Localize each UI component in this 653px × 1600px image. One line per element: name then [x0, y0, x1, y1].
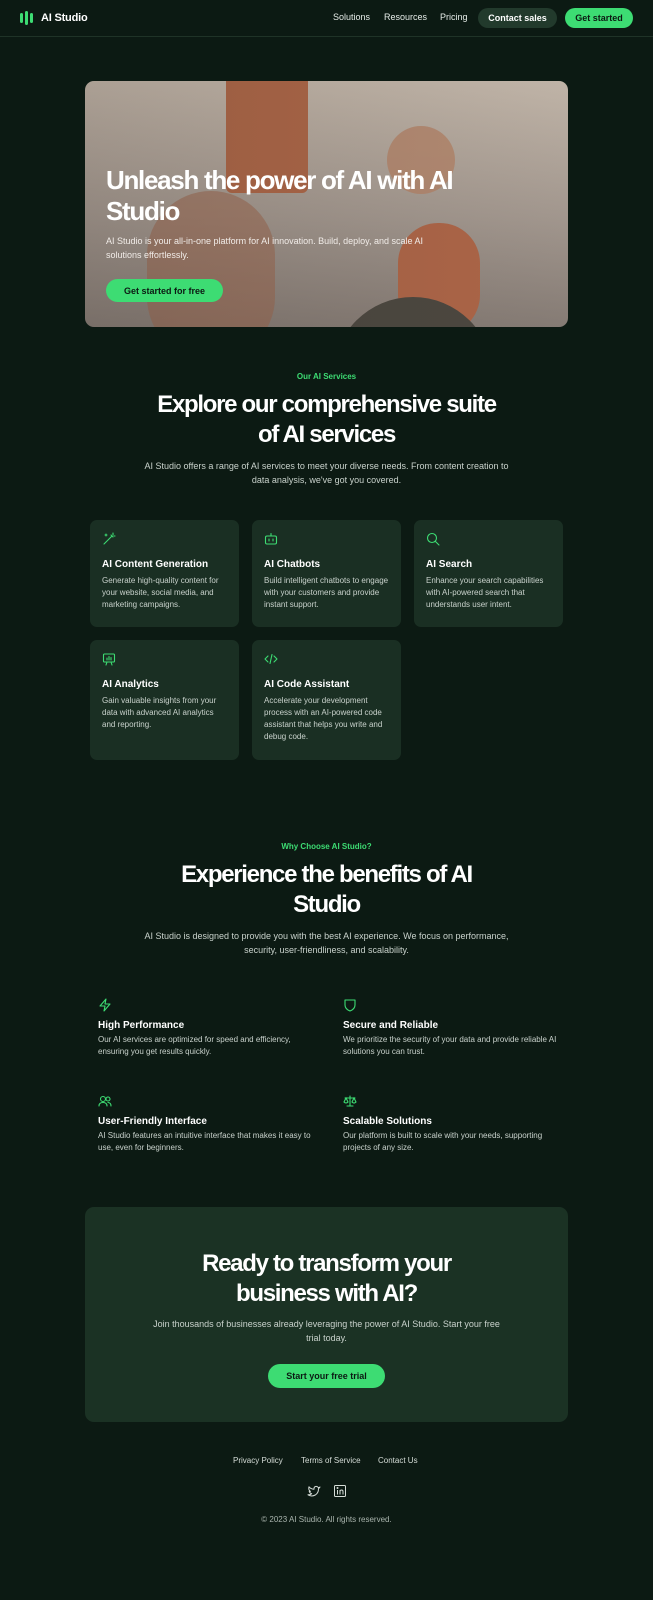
- card-title: AI Analytics: [102, 679, 159, 690]
- footer-terms-link[interactable]: Terms of Service: [301, 1456, 361, 1465]
- footer-privacy-link[interactable]: Privacy Policy: [233, 1456, 283, 1465]
- card-description: Enhance your search capabilities with AI…: [426, 576, 544, 609]
- card-title: AI Search: [426, 559, 473, 570]
- service-card-chatbots[interactable]: AI Chatbots Build intelligent chatbots t…: [252, 520, 401, 627]
- services-title: Explore our comprehensive suite of AI se…: [157, 391, 497, 448]
- benefit-secure-reliable: Secure and Reliable We prioritize the se…: [343, 998, 568, 1058]
- nav-solutions[interactable]: Solutions: [333, 12, 370, 22]
- site-header: AI Studio Solutions Resources Pricing Co…: [0, 0, 653, 37]
- nav-pricing[interactable]: Pricing: [440, 12, 468, 22]
- benefit-scalable: Scalable Solutions Our platform is built…: [343, 1094, 568, 1154]
- benefit-title: High Performance: [98, 1020, 185, 1031]
- analytics-icon: [102, 653, 116, 666]
- benefit-description: Our AI services are optimized for speed …: [98, 1035, 291, 1056]
- benefit-title: Scalable Solutions: [343, 1116, 432, 1127]
- service-card-search[interactable]: AI Search Enhance your search capabiliti…: [414, 520, 563, 627]
- services-description: AI Studio offers a range of AI services …: [144, 461, 509, 485]
- services-eyebrow: Our AI Services: [296, 372, 357, 381]
- hero-banner: Unleash the power of AI with AI Studio A…: [85, 81, 568, 327]
- footer-contact-link[interactable]: Contact Us: [378, 1456, 418, 1465]
- benefit-description: Our platform is built to scale with your…: [343, 1131, 543, 1152]
- service-card-content-generation[interactable]: AI Content Generation Generate high-qual…: [90, 520, 239, 627]
- card-title: AI Content Generation: [102, 559, 209, 570]
- cta-description: Join thousands of businesses already lev…: [153, 1319, 500, 1343]
- brand-logo[interactable]: AI Studio: [20, 11, 88, 25]
- brand-name: AI Studio: [41, 12, 88, 24]
- benefits-title: Experience the benefits of AI Studio: [181, 861, 473, 918]
- magic-wand-icon: [103, 532, 116, 545]
- start-trial-button[interactable]: Start your free trial: [268, 1364, 385, 1388]
- nav-resources[interactable]: Resources: [384, 12, 427, 22]
- card-title: AI Code Assistant: [264, 679, 350, 690]
- copyright: © 2023 AI Studio. All rights reserved.: [261, 1515, 392, 1524]
- card-title: AI Chatbots: [264, 559, 321, 570]
- scale-icon: [343, 1095, 357, 1107]
- get-started-button[interactable]: Get started: [565, 8, 633, 28]
- card-description: Generate high-quality content for your w…: [102, 576, 219, 609]
- hero-cta-button[interactable]: Get started for free: [106, 279, 223, 302]
- benefits-description: AI Studio is designed to provide you wit…: [144, 931, 509, 955]
- benefit-description: AI Studio features an intuitive interfac…: [98, 1131, 311, 1152]
- lightning-icon: [99, 998, 111, 1012]
- contact-sales-button[interactable]: Contact sales: [478, 8, 557, 28]
- card-description: Build intelligent chatbots to engage wit…: [264, 576, 389, 609]
- benefits-eyebrow: Why Choose AI Studio?: [281, 842, 372, 851]
- benefit-high-performance: High Performance Our AI services are opt…: [98, 998, 323, 1058]
- twitter-icon[interactable]: [307, 1484, 321, 1498]
- benefit-title: Secure and Reliable: [343, 1020, 439, 1031]
- service-card-analytics[interactable]: AI Analytics Gain valuable insights from…: [90, 640, 239, 760]
- search-icon: [426, 532, 440, 546]
- card-description: Gain valuable insights from your data wi…: [102, 696, 217, 729]
- bot-icon: [264, 532, 278, 545]
- benefit-user-friendly: User-Friendly Interface AI Studio featur…: [98, 1094, 323, 1154]
- benefit-title: User-Friendly Interface: [98, 1116, 207, 1127]
- shield-icon: [344, 999, 356, 1012]
- service-card-code-assistant[interactable]: AI Code Assistant Accelerate your develo…: [252, 640, 401, 760]
- code-icon: [264, 653, 278, 665]
- cta-title: Ready to transform your business with AI…: [202, 1250, 452, 1307]
- hero-subtitle: AI Studio is your all-in-one platform fo…: [106, 236, 424, 260]
- users-icon: [98, 1095, 112, 1107]
- benefit-description: We prioritize the security of your data …: [343, 1035, 557, 1056]
- logo-icon: [20, 11, 33, 25]
- cta-panel: Ready to transform your business with AI…: [85, 1207, 568, 1422]
- hero-title: Unleash the power of AI with AI Studio: [106, 165, 454, 226]
- card-description: Accelerate your development process with…: [264, 696, 383, 741]
- linkedin-icon[interactable]: [333, 1484, 347, 1498]
